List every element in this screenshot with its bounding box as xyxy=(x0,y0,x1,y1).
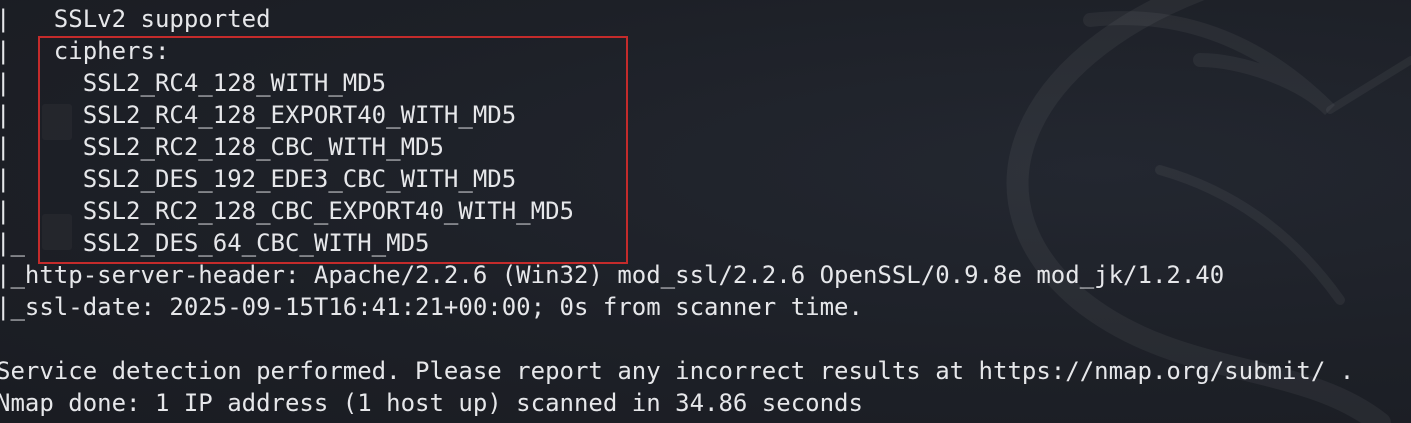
output-line: Service detection performed. Please repo… xyxy=(0,357,1355,385)
output-line: |_ssl-date: 2025-09-15T16:41:21+00:00; 0… xyxy=(0,293,863,321)
output-line: Nmap done: 1 IP address (1 host up) scan… xyxy=(0,389,863,417)
terminal-window[interactable]: | SSLv2 supported | ciphers: | SSL2_RC4_… xyxy=(0,0,1411,423)
output-line: | SSLv2 supported xyxy=(0,5,271,33)
cipher-highlight-box xyxy=(38,36,628,264)
